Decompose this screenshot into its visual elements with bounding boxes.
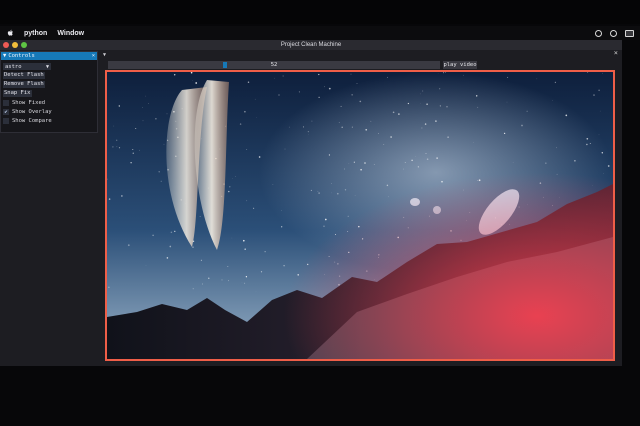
show-fixed-checkbox[interactable]: [3, 99, 9, 106]
checkmark-icon: ✔: [4, 108, 8, 115]
preset-value: astro: [5, 63, 22, 70]
menu-window[interactable]: Window: [57, 30, 84, 37]
menu-bar: python Window: [0, 26, 640, 40]
keyboard-icon[interactable]: [625, 29, 634, 37]
minimize-window-button[interactable]: [12, 42, 18, 48]
frame-slider[interactable]: 52: [108, 61, 440, 69]
show-overlay-row[interactable]: ✔ Show Overlay: [3, 108, 97, 115]
close-window-button[interactable]: [3, 42, 9, 48]
play-video-button[interactable]: play video: [443, 61, 477, 69]
record-icon[interactable]: [595, 29, 602, 37]
image-viewer[interactable]: [105, 70, 615, 361]
snap-fix-button[interactable]: Snap Fix: [3, 90, 32, 97]
slider-handle[interactable]: [222, 62, 227, 68]
settings-icon[interactable]: [610, 29, 617, 37]
controls-title: Controls: [8, 53, 35, 59]
astro-photo: [107, 72, 613, 359]
app-window: Project Clean Machine × ▼ Controls × ast…: [0, 40, 622, 366]
viewer-close-icon[interactable]: ×: [614, 49, 618, 57]
chevron-down-icon: ▼: [45, 63, 49, 70]
menu-python[interactable]: python: [24, 30, 47, 37]
apple-icon[interactable]: [6, 29, 14, 38]
monitor-bezel: [0, 0, 640, 24]
window-titlebar: Project Clean Machine: [0, 40, 622, 50]
detect-flash-button[interactable]: Detect Flash: [3, 72, 45, 79]
remove-flash-button[interactable]: Remove Flash: [3, 81, 45, 88]
show-overlay-checkbox[interactable]: ✔: [3, 108, 9, 115]
show-compare-row[interactable]: Show Compare: [3, 117, 97, 124]
preset-dropdown[interactable]: astro ▼: [3, 63, 51, 70]
show-compare-label: Show Compare: [12, 117, 52, 124]
play-video-label: play video: [443, 62, 477, 68]
controls-close-icon[interactable]: ×: [92, 53, 95, 59]
viewer-collapse-arrow-icon[interactable]: ▼: [103, 52, 106, 58]
show-overlay-label: Show Overlay: [12, 108, 52, 115]
show-compare-checkbox[interactable]: [3, 117, 9, 124]
maximize-window-button[interactable]: [21, 42, 27, 48]
show-fixed-row[interactable]: Show Fixed: [3, 99, 97, 106]
window-title: Project Clean Machine: [280, 42, 342, 48]
show-fixed-label: Show Fixed: [12, 99, 46, 106]
collapse-arrow-icon[interactable]: ▼: [3, 53, 6, 59]
traffic-lights: [3, 42, 27, 48]
status-icons: [595, 29, 634, 37]
frame-value: 52: [270, 62, 278, 68]
controls-panel: ▼ Controls × astro ▼ Detect Flash Remove…: [0, 51, 98, 133]
controls-header[interactable]: ▼ Controls ×: [1, 52, 97, 60]
